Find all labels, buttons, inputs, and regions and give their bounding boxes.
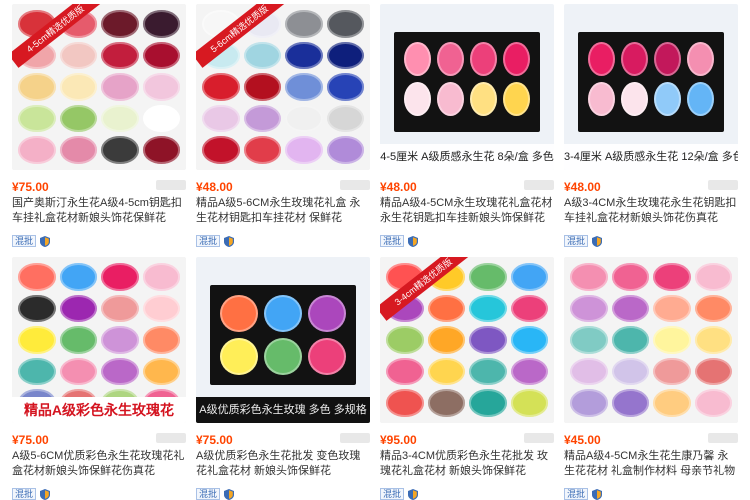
product-title-link[interactable]: A级5-6CM优质彩色永生花玫瑰花礼盒花材新娘头饰保鲜花伤真花 xyxy=(12,449,186,479)
shield-icon[interactable] xyxy=(224,488,235,500)
product-meta: 混批 xyxy=(12,234,51,248)
image-caption: 3-4厘米 A级质感永生花 12朵/盒 多色 xyxy=(564,144,738,170)
wholesale-tag[interactable]: 混批 xyxy=(196,235,221,247)
sales-count-blurred xyxy=(156,433,186,443)
price-row: ¥48.00 xyxy=(380,178,554,194)
product-card[interactable]: A级优质彩色永生玫瑰 多色 多规格 ¥75.00 A级优质彩色永生花批发 变色玫瑰花… xyxy=(196,257,370,500)
product-title-link[interactable]: 精品A级4-5CM永生花生康乃馨 永生花花材 礼盒制作材料 母亲节礼物 xyxy=(564,449,738,479)
wholesale-tag[interactable]: 混批 xyxy=(12,235,37,247)
sales-count-blurred xyxy=(340,180,370,190)
sales-count-blurred xyxy=(340,433,370,443)
product-card[interactable]: 4-5cm精选优质版 ¥75.00 国产奥斯汀永生花A级4-5cm钥匙扣车挂礼盒花材… xyxy=(12,4,186,252)
product-image[interactable]: 4-5cm精选优质版 xyxy=(12,4,186,170)
sales-count-blurred xyxy=(524,180,554,190)
product-card[interactable]: 5-6cm精选优质版 ¥48.00 精品A级5-6CM永生玫瑰花礼盒 永生花材钥匙扣… xyxy=(196,4,370,252)
product-meta: 混批 xyxy=(380,487,419,500)
product-meta: 混批 xyxy=(564,234,603,248)
wholesale-tag[interactable]: 混批 xyxy=(196,488,221,500)
product-title-link[interactable]: A级3-4CM永生玫瑰花永生花钥匙扣车挂礼盒花材新娘头饰花伤真花 xyxy=(564,196,738,226)
product-meta: 混批 xyxy=(380,234,419,248)
wholesale-tag[interactable]: 混批 xyxy=(564,235,589,247)
wholesale-tag[interactable]: 混批 xyxy=(380,235,405,247)
product-card[interactable]: 精品A级彩色永生玫瑰花 ¥75.00 A级5-6CM优质彩色永生花玫瑰花礼盒花材新娘… xyxy=(12,257,186,500)
shield-icon[interactable] xyxy=(224,235,235,247)
price-row: ¥75.00 xyxy=(12,431,186,447)
price-row: ¥95.00 xyxy=(380,431,554,447)
shield-icon[interactable] xyxy=(408,488,419,500)
price: ¥75.00 xyxy=(12,180,49,194)
image-caption: 4-5厘米 A级质感永生花 8朵/盒 多色 xyxy=(380,144,554,170)
shield-icon[interactable] xyxy=(592,235,603,247)
sales-count-blurred xyxy=(524,433,554,443)
product-meta: 混批 xyxy=(12,487,51,500)
price: ¥75.00 xyxy=(12,433,49,447)
product-title-link[interactable]: 精品3-4CM优质彩色永生花批发 玫瑰花礼盒花材 新娘头饰保鲜花 xyxy=(380,449,554,479)
price-row: ¥48.00 xyxy=(564,178,738,194)
price-row: ¥45.00 xyxy=(564,431,738,447)
price: ¥48.00 xyxy=(196,180,233,194)
product-meta: 混批 xyxy=(196,487,235,500)
product-image[interactable]: 3-4厘米 A级质感永生花 12朵/盒 多色 xyxy=(564,4,738,170)
price: ¥45.00 xyxy=(564,433,601,447)
product-image[interactable]: 3-4cm精选优质版 xyxy=(380,257,554,423)
product-title-link[interactable]: 精品A级4-5CM永生玫瑰花礼盒花材永生花钥匙扣车挂新娘头饰保鲜花 xyxy=(380,196,554,226)
image-caption: A级优质彩色永生玫瑰 多色 多规格 xyxy=(196,397,370,423)
product-image[interactable]: A级优质彩色永生玫瑰 多色 多规格 xyxy=(196,257,370,423)
shield-icon[interactable] xyxy=(40,488,51,500)
wholesale-tag[interactable]: 混批 xyxy=(12,488,37,500)
product-grid: 4-5cm精选优质版 ¥75.00 国产奥斯汀永生花A级4-5cm钥匙扣车挂礼盒花材… xyxy=(0,0,750,500)
sales-count-blurred xyxy=(708,433,738,443)
product-card[interactable]: ¥45.00 精品A级4-5CM永生花生康乃馨 永生花花材 礼盒制作材料 母亲节礼… xyxy=(564,257,738,500)
image-caption: 精品A级彩色永生玫瑰花 xyxy=(12,397,186,423)
price-row: ¥75.00 xyxy=(12,178,186,194)
product-card[interactable]: 4-5厘米 A级质感永生花 8朵/盒 多色 ¥48.00 精品A级4-5CM永生玫瑰… xyxy=(380,4,554,252)
shield-icon[interactable] xyxy=(408,235,419,247)
price-row: ¥75.00 xyxy=(196,431,370,447)
price: ¥95.00 xyxy=(380,433,417,447)
product-title-link[interactable]: 精品A级5-6CM永生玫瑰花礼盒 永生花材钥匙扣车挂花材 保鲜花 xyxy=(196,196,370,226)
product-meta: 混批 xyxy=(196,234,235,248)
product-image[interactable] xyxy=(564,257,738,423)
sales-count-blurred xyxy=(708,180,738,190)
product-card[interactable]: 3-4cm精选优质版 ¥95.00 精品3-4CM优质彩色永生花批发 玫瑰花礼盒花材… xyxy=(380,257,554,500)
price-row: ¥48.00 xyxy=(196,178,370,194)
price: ¥48.00 xyxy=(564,180,601,194)
wholesale-tag[interactable]: 混批 xyxy=(564,488,589,500)
product-title-link[interactable]: A级优质彩色永生花批发 变色玫瑰花礼盒花材 新娘头饰保鲜花 xyxy=(196,449,370,479)
product-card[interactable]: 3-4厘米 A级质感永生花 12朵/盒 多色 ¥48.00 A级3-4CM永生玫瑰花… xyxy=(564,4,738,252)
product-image[interactable]: 4-5厘米 A级质感永生花 8朵/盒 多色 xyxy=(380,4,554,170)
product-image[interactable]: 精品A级彩色永生玫瑰花 xyxy=(12,257,186,423)
price: ¥75.00 xyxy=(196,433,233,447)
wholesale-tag[interactable]: 混批 xyxy=(380,488,405,500)
shield-icon[interactable] xyxy=(592,488,603,500)
product-title-link[interactable]: 国产奥斯汀永生花A级4-5cm钥匙扣车挂礼盒花材新娘头饰花保鲜花 xyxy=(12,196,186,226)
shield-icon[interactable] xyxy=(40,235,51,247)
product-meta: 混批 xyxy=(564,487,603,500)
price: ¥48.00 xyxy=(380,180,417,194)
sales-count-blurred xyxy=(156,180,186,190)
product-image[interactable]: 5-6cm精选优质版 xyxy=(196,4,370,170)
